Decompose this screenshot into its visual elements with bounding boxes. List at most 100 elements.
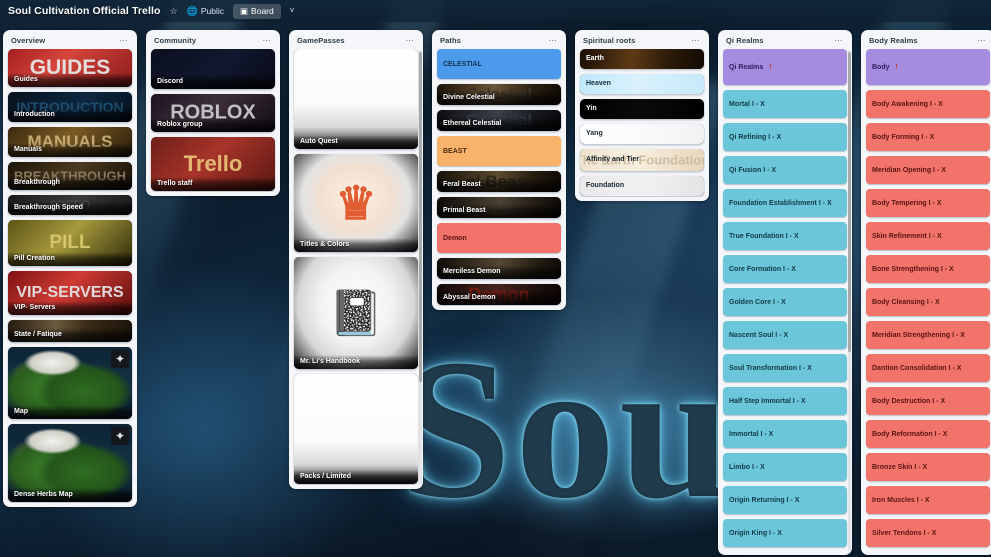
card-body-cleansing-i-x[interactable]: Body Cleansing I - X	[866, 288, 990, 316]
card-label: Meridian Opening I - X	[872, 166, 946, 174]
card-breakthrough-speed[interactable]: SPEEDBreakthrough Speed	[8, 195, 132, 215]
board-view-button[interactable]: ▣ Board	[233, 3, 281, 19]
card-packs-limited[interactable]: Packs / Limited	[294, 374, 418, 484]
board-header-bar: Soul Cultivation Official Trello ☆ 🌐 Pub…	[0, 0, 991, 22]
list-menu-icon[interactable]: ⋯	[548, 36, 559, 44]
card-vip-servers[interactable]: VIP-SERVERS VIP- Servers	[8, 271, 132, 315]
card-roblox-group[interactable]: ROBLOX Roblox group	[151, 94, 275, 132]
card-limbo-i-x[interactable]: Limbo I - X	[723, 453, 847, 481]
list-cards: GUIDES Guides INTRODUCTION Introduction MANU…	[7, 49, 133, 503]
card-primal-beast[interactable]: Primal Beast	[437, 197, 561, 218]
card-body-forming-i-x[interactable]: Body Forming I - X	[866, 123, 990, 151]
card-heaven[interactable]: Heaven	[580, 74, 704, 94]
card-state-fatique[interactable]: State / Fatique	[8, 320, 132, 342]
card-golden-core-i-x[interactable]: Golden Core I - X	[723, 288, 847, 316]
card-cover-image: Auto Quest	[294, 49, 418, 149]
card-meridian-opening-i-x[interactable]: Meridian Opening I - X	[866, 156, 990, 184]
list-scrollbar-thumb[interactable]	[419, 52, 422, 382]
list-header: GamePasses ⋯	[293, 35, 419, 49]
card-nascent-soul-i-x[interactable]: Nascent Soul I - X	[723, 321, 847, 349]
card-pill-creation[interactable]: PILL Pill Creation	[8, 220, 132, 266]
card-manuals[interactable]: MANUALS Manuals	[8, 127, 132, 157]
card-label: Body	[872, 63, 890, 71]
card-discord[interactable]: Discord	[151, 49, 275, 89]
list-title: Community	[154, 36, 197, 45]
card-mr-li-s-handbook[interactable]: 📓 Mr. Li's Handbook	[294, 257, 418, 369]
board-visibility-label: Public	[200, 6, 225, 16]
card-origin-king-i-x[interactable]: Origin King I - X	[723, 519, 847, 547]
card-core-formation-i-x[interactable]: Core Formation I - X	[723, 255, 847, 283]
card-guides[interactable]: GUIDES Guides	[8, 49, 132, 87]
card-beast[interactable]: BEAST	[437, 136, 561, 166]
card-origin-returning-i-x[interactable]: Origin Returning I - X	[723, 486, 847, 514]
card-skin-refinement-i-x[interactable]: Skin Refinement I - X	[866, 222, 990, 250]
card-body-reformation-i-x[interactable]: Body Reformation I - X	[866, 420, 990, 448]
card-immortal-i-x[interactable]: Immortal I - X	[723, 420, 847, 448]
list-menu-icon[interactable]: ⋯	[691, 36, 702, 44]
list-title: Body Realms	[869, 36, 918, 45]
card-cover-image: ✦ Dense Herbs Map	[8, 424, 132, 502]
card-yang[interactable]: Yang	[580, 124, 704, 144]
card-label: Map	[8, 405, 132, 419]
card-qi-realms[interactable]: Qi Realms!	[723, 49, 847, 85]
card-silver-tendons-i-x[interactable]: Silver Tendons I - X	[866, 519, 990, 547]
card-divine-celestial[interactable]: CelestialDivine Celestial	[437, 84, 561, 105]
card-label: Body Awakening I - X	[872, 100, 943, 108]
card-label: Introduction	[8, 108, 132, 122]
list-header: Spiritual roots ⋯	[579, 35, 705, 49]
card-dense-herbs-map[interactable]: ✦ Dense Herbs Map	[8, 424, 132, 502]
card-trello-staff[interactable]: Trello Trello staff	[151, 137, 275, 191]
card-foundation[interactable]: Foundation	[580, 176, 704, 196]
card-qi-fusion-i-x[interactable]: Qi Fusion I - X	[723, 156, 847, 184]
board-visibility[interactable]: 🌐 Public	[187, 6, 224, 16]
card-label: Mr. Li's Handbook	[294, 355, 418, 369]
list-cards: Auto Quest ♛ Titles & Colors 📓 Mr. Li's Hand…	[293, 49, 419, 485]
card-map[interactable]: ✦ Map	[8, 347, 132, 419]
card-breakthrough[interactable]: BREAKTHROUGHBreakthrough	[8, 162, 132, 190]
list-menu-icon[interactable]: ⋯	[119, 36, 130, 44]
card-ethereal-celestial[interactable]: CelestialEthereal Celestial	[437, 110, 561, 131]
card-dantion-consolidation-i-x[interactable]: Dantion Consolidation I - X	[866, 354, 990, 382]
card-merciless-demon[interactable]: Merciless Demon	[437, 258, 561, 279]
card-body-awakening-i-x[interactable]: Body Awakening I - X	[866, 90, 990, 118]
card-abyssal-demon[interactable]: DemonAbyssal Demon	[437, 284, 561, 305]
list-menu-icon[interactable]: ⋯	[405, 36, 416, 44]
list-menu-icon[interactable]: ⋯	[977, 36, 988, 44]
card-celestial[interactable]: CELESTIAL	[437, 49, 561, 79]
card-earth[interactable]: Earth	[580, 49, 704, 69]
card-soul-transformation-i-x[interactable]: Soul Transformation I - X	[723, 354, 847, 382]
card-true-foundation-i-x[interactable]: True Foundation I - X	[723, 222, 847, 250]
card-affinity-and-tier[interactable]: The Earth Foundation Affinity and Tier	[580, 149, 704, 171]
board-icon: ▣	[240, 5, 249, 16]
card-meridian-strengthening-i-x[interactable]: Meridian Strengthening I - X	[866, 321, 990, 349]
card-label: Guides	[8, 73, 132, 87]
card-body-destruction-i-x[interactable]: Body Destruction I - X	[866, 387, 990, 415]
card-titles-colors[interactable]: ♛ Titles & Colors	[294, 154, 418, 252]
chevron-down-icon[interactable]: ˅	[290, 7, 295, 15]
list-menu-icon[interactable]: ⋯	[262, 36, 273, 44]
card-body-tempering-i-x[interactable]: Body Tempering I - X	[866, 189, 990, 217]
card-yin[interactable]: Yin	[580, 99, 704, 119]
card-feral-beast[interactable]: al BeastFeral Beast	[437, 171, 561, 192]
card-introduction[interactable]: INTRODUCTION Introduction	[8, 92, 132, 122]
card-label: Iron Muscles I - X	[872, 496, 930, 504]
globe-icon: 🌐	[186, 5, 198, 16]
card-auto-quest[interactable]: Auto Quest	[294, 49, 418, 149]
list-menu-icon[interactable]: ⋯	[834, 36, 845, 44]
card-mortal-i-x[interactable]: Mortal I - X	[723, 90, 847, 118]
card-bronze-skin-i-x[interactable]: Bronze Skin I - X	[866, 453, 990, 481]
card-bone-strengthening-i-x[interactable]: Bone Strengthening I - X	[866, 255, 990, 283]
list-header: Body Realms ⋯	[865, 35, 991, 49]
card-qi-refining-i-x[interactable]: Qi Refining I - X	[723, 123, 847, 151]
list-spiritual-roots: Spiritual roots ⋯ Earth Heaven Yin Yang The Ea…	[575, 30, 709, 201]
card-label: Bronze Skin I - X	[872, 463, 928, 471]
card-foundation-establishment-i-x[interactable]: Foundation Establishment I - X	[723, 189, 847, 217]
card-demon[interactable]: Demon	[437, 223, 561, 253]
card-label: Affinity and Tier	[586, 156, 640, 163]
card-iron-muscles-i-x[interactable]: Iron Muscles I - X	[866, 486, 990, 514]
list-scrollbar-thumb[interactable]	[848, 52, 851, 352]
card-half-step-immortal-i-x[interactable]: Half Step Immortal I - X	[723, 387, 847, 415]
star-icon[interactable]: ☆	[170, 6, 178, 16]
card-body[interactable]: Body!	[866, 49, 990, 85]
list-header: Paths ⋯	[436, 35, 562, 49]
